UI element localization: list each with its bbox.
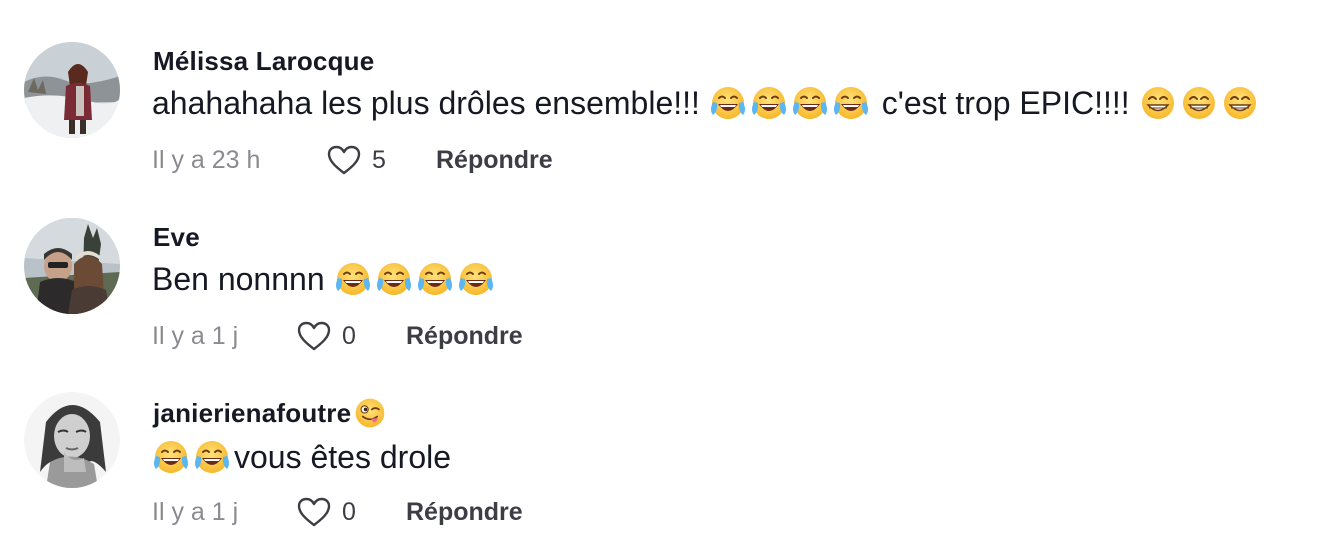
username-text: Eve [153,222,200,252]
face-with-tears-of-joy-icon [709,84,747,122]
avatar[interactable] [24,392,120,488]
heart-outline-icon [326,144,362,176]
beaming-face-icon [1180,84,1218,122]
face-with-tears-of-joy-icon [416,260,454,298]
comment-text: vous êtes drole [234,438,452,475]
emoji-group [334,260,498,298]
beaming-face-icon [1221,84,1259,122]
like-count: 0 [342,321,356,350]
emoji-group [709,84,873,122]
comment-item: Mélissa Larocque ahahahaha les plus drôl… [0,0,1324,176]
comment-username[interactable]: Mélissa Larocque [153,46,374,77]
avatar[interactable] [24,218,120,314]
comment-meta: Il y a 1 j 0 Répondre [152,316,523,356]
like-button[interactable]: 0 [296,320,406,352]
face-with-tears-of-joy-icon [457,260,495,298]
face-with-tears-of-joy-icon [152,438,190,476]
comment-text: Ben nonnnn [152,260,334,297]
comment-meta: Il y a 1 j 0 Répondre [152,492,523,532]
comment-body: vous êtes drole [152,438,451,476]
heart-outline-icon [296,496,332,528]
comment-timestamp: Il y a 1 j [152,497,239,526]
winking-face-with-tongue-icon [353,396,387,430]
comment-text: ahahahaha les plus drôles ensemble!!! [152,84,709,121]
emoji-group [1139,84,1262,122]
username-text: Mélissa Larocque [153,46,375,76]
comment-body: Ben nonnnn [152,260,498,298]
comment-item: Eve Ben nonnnn Il y a 1 j 0 Répondre [0,176,1324,352]
comment-username[interactable]: janierienafoutre [153,396,387,430]
reply-button[interactable]: Répondre [406,498,523,527]
comment-timestamp: Il y a 1 j [152,321,239,350]
like-count: 0 [342,497,356,526]
comment-meta: Il y a 23 h 5 Répondre [152,140,553,180]
like-count: 5 [372,145,386,174]
comment-username[interactable]: Eve [153,222,200,253]
comment-body: ahahahaha les plus drôles ensemble!!! c'… [152,84,1262,122]
face-with-tears-of-joy-icon [791,84,829,122]
emoji-group [152,438,234,476]
face-with-tears-of-joy-icon [193,438,231,476]
comment-item: janierienafoutre vous êtes drole Il y a … [0,352,1324,528]
face-with-tears-of-joy-icon [750,84,788,122]
face-with-tears-of-joy-icon [832,84,870,122]
like-button[interactable]: 5 [326,144,436,176]
heart-outline-icon [296,320,332,352]
username-text: janierienafoutre [153,397,352,428]
face-with-tears-of-joy-icon [375,260,413,298]
avatar[interactable] [24,42,120,138]
comment-timestamp: Il y a 23 h [152,145,261,174]
face-with-tears-of-joy-icon [334,260,372,298]
beaming-face-icon [1139,84,1177,122]
comment-text: c'est trop EPIC!!!! [872,84,1139,121]
like-button[interactable]: 0 [296,496,406,528]
reply-button[interactable]: Répondre [436,146,553,175]
reply-button[interactable]: Répondre [406,322,523,351]
